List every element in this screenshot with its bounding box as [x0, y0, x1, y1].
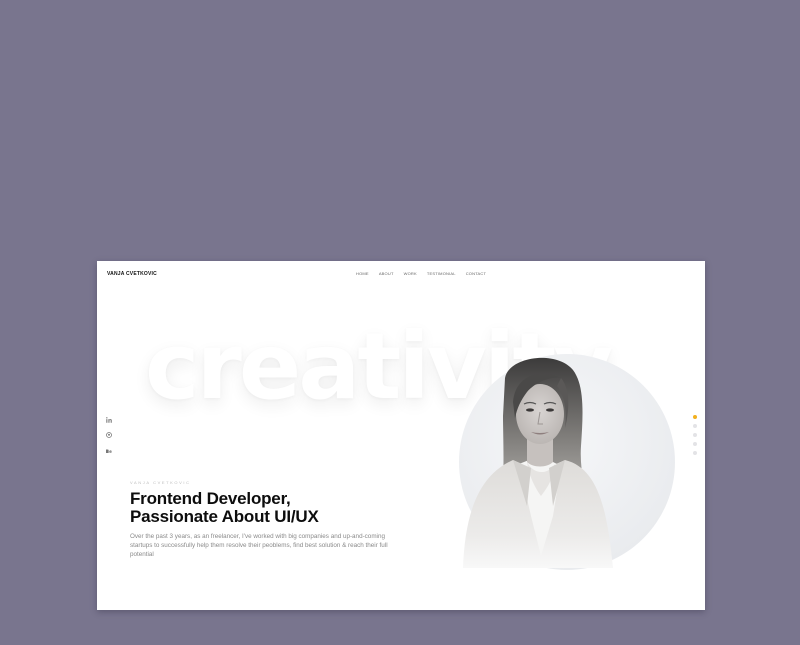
nav-home[interactable]: HOME: [356, 271, 369, 276]
pagination-dot-5[interactable]: [693, 451, 697, 455]
headline-line-2: Passionate About UI/UX: [130, 507, 319, 526]
section-pagination: [693, 415, 697, 455]
hero-eyebrow: VANJA CVETKOVIC: [130, 480, 191, 485]
nav-about[interactable]: ABOUT: [379, 271, 394, 276]
github-icon[interactable]: [105, 431, 113, 439]
nav-contact[interactable]: CONTACT: [466, 271, 486, 276]
linkedin-icon[interactable]: [105, 416, 113, 424]
pagination-dot-2[interactable]: [693, 424, 697, 428]
pagination-dot-1[interactable]: [693, 415, 697, 419]
hero-description: Over the past 3 years, as an freelancer,…: [130, 533, 388, 558]
hero-headline: Frontend Developer, Passionate About UI/…: [130, 490, 319, 526]
portrait-photo: [463, 357, 613, 568]
behance-icon[interactable]: [105, 447, 113, 455]
brand-logo[interactable]: VANJA CVETKOVIC: [107, 271, 157, 277]
pagination-dot-4[interactable]: [693, 442, 697, 446]
headline-line-1: Frontend Developer,: [130, 489, 291, 508]
nav-work[interactable]: WORK: [404, 271, 417, 276]
browser-page: VANJA CVETKOVIC HOME ABOUT WORK TESTIMON…: [97, 261, 705, 610]
main-nav: HOME ABOUT WORK TESTIMONIAL CONTACT: [356, 271, 486, 276]
pagination-dot-3[interactable]: [693, 433, 697, 437]
nav-testimonial[interactable]: TESTIMONIAL: [427, 271, 456, 276]
